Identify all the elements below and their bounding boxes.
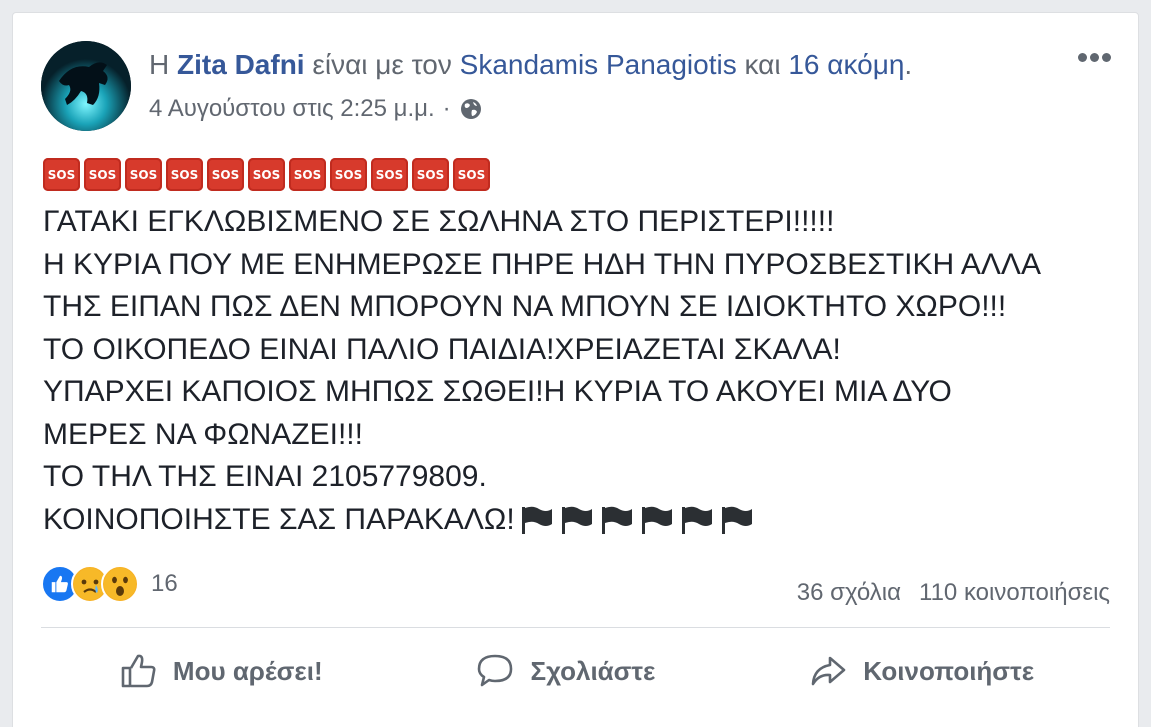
post-line-last: ΚΟΙΝΟΠΟΙΗΣΤΕ ΣΑΣ ΠΑΡΑΚΑΛΩ! (43, 499, 1123, 542)
sos-emoji-icon: SOS (207, 158, 244, 191)
wow-icon (101, 565, 139, 603)
post-card: Η Zita Dafni είναι με τον Skandamis Pana… (12, 12, 1139, 727)
sos-emoji-icon: SOS (84, 158, 121, 191)
flags-group (515, 503, 755, 536)
sos-emoji-icon: SOS (289, 158, 326, 191)
thumbs-up-icon (121, 654, 156, 688)
post-line: ΓΑΤΑΚΙ ΕΓΚΛΩΒΙΣΜΕΝΟ ΣΕ ΣΩΛΗΝΑ ΣΤΟ ΠΕΡΙΣΤ… (43, 205, 835, 238)
sos-emoji-icon: SOS (166, 158, 203, 191)
post-stats: 36 σχόλια 110 κοινοποιήσεις (797, 579, 1110, 607)
comment-button-label: Σχολιάστε (530, 655, 656, 686)
like-button-label: Μου αρέσει! (172, 655, 323, 686)
share-icon (811, 656, 846, 686)
post-line: ΤΟ ΤΗΛ ΤΗΣ ΕΙΝΑΙ 2105779809. (43, 460, 487, 493)
post-line: Η ΚΥΡΙΑ ΠΟΥ ΜΕ ΕΝΗΜΕΡΩΣΕ ΠΗΡΕ ΗΔΗ ΤΗΝ ΠΥ… (43, 247, 1041, 281)
dot-icon (1102, 53, 1111, 62)
sos-emoji-row: SOS SOS SOS SOS SOS SOS SOS SOS SOS SOS SOS (43, 158, 490, 191)
black-flag-icon (721, 506, 752, 534)
black-flag-icon (641, 506, 672, 534)
post-line: ΤΟ ΟΙΚΟΠΕΔΟ ΕΙΝΑΙ ΠΑΛΙΟ ΠΑΙΔΙΑ!ΧΡΕΙΑΖΕΤΑ… (43, 332, 841, 366)
post-line: ΚΟΙΝΟΠΟΙΗΣΤΕ ΣΑΣ ΠΑΡΑΚΑΛΩ! (43, 502, 515, 536)
black-flag-icon (601, 506, 632, 534)
more-options-button[interactable] (1078, 45, 1118, 69)
post-meta: 4 Αυγούστου στις 2:25 μ.μ. · (149, 95, 483, 123)
reactions-summary[interactable]: 16 (41, 565, 178, 603)
post-line: ΜΕΡΕΣ ΝΑ ΦΩΝΑΖΕΙ!!! (43, 417, 363, 451)
like-button[interactable]: Μου αρέσει! (117, 650, 323, 692)
dot-icon (1078, 53, 1087, 62)
share-button-label: Κοινοποιήστε (863, 655, 1035, 686)
shares-count-link[interactable]: 110 κοινοποιήσεις (919, 579, 1110, 607)
author-name-link[interactable]: Zita Dafni (177, 49, 305, 80)
black-flag-icon (521, 506, 552, 534)
author-prefix: Η (149, 49, 170, 80)
meta-separator: · (442, 95, 451, 122)
post-text: ΓΑΤΑΚΙ ΕΓΚΛΩΒΙΣΜΕΝΟ ΣΕ ΣΩΛΗΝΑ ΣΤΟ ΠΕΡΙΣΤ… (43, 201, 1123, 541)
sos-emoji-icon: SOS (248, 158, 285, 191)
sos-emoji-icon: SOS (453, 158, 490, 191)
share-button[interactable]: Κοινοποιήστε (807, 650, 1034, 692)
reaction-count: 16 (151, 570, 178, 597)
sos-emoji-icon: SOS (371, 158, 408, 191)
avatar[interactable] (41, 41, 131, 131)
black-flag-icon (681, 506, 712, 534)
globe-icon[interactable] (459, 97, 483, 121)
sos-emoji-icon: SOS (330, 158, 367, 191)
header-period: . (904, 49, 913, 80)
avatar-image (41, 41, 131, 131)
comments-count-link[interactable]: 36 σχόλια (797, 579, 901, 607)
post-line: ΥΠΑΡΧΕΙ ΚΑΠΟΙΟΣ ΜΗΠΩΣ ΣΩΘΕΙ!Η ΚΥΡΙΑ ΤΟ Α… (43, 375, 952, 408)
sos-emoji-icon: SOS (412, 158, 449, 191)
action-bar: Μου αρέσει! Σχολιάστε Κοινοποιήστε (41, 643, 1110, 699)
comment-button[interactable]: Σχολιάστε (474, 650, 655, 692)
post-line: ΤΗΣ ΕΙΠΑΝ ΠΩΣ ΔΕΝ ΜΠΟΡΟΥΝ ΝΑ ΜΠΟΥΝ ΣΕ ΙΔ… (43, 290, 1007, 323)
post-timestamp[interactable]: 4 Αυγούστου στις 2:25 μ.μ. (149, 95, 435, 123)
tagged-person-link[interactable]: Skandamis Panagiotis (460, 49, 737, 80)
sos-emoji-icon: SOS (43, 158, 80, 191)
comment-icon (478, 654, 513, 687)
divider (41, 627, 1110, 628)
black-flag-icon (561, 506, 592, 534)
dot-icon (1090, 53, 1099, 62)
with-text: είναι με τον (312, 49, 452, 80)
post-header: Η Zita Dafni είναι με τον Skandamis Pana… (149, 49, 912, 81)
and-text: και (744, 49, 781, 80)
sos-emoji-icon: SOS (125, 158, 162, 191)
others-link[interactable]: 16 ακόμη (788, 49, 904, 80)
